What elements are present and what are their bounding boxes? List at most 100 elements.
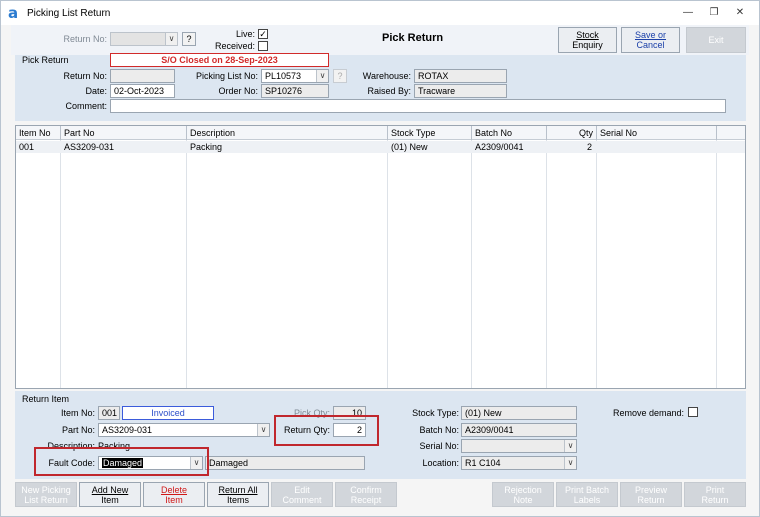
delete-line1: Delete bbox=[160, 485, 187, 495]
column-header-item-no[interactable]: Item No bbox=[16, 126, 61, 140]
serial-no-select[interactable]: ∨ bbox=[461, 439, 577, 453]
return-no-label: Return No: bbox=[63, 71, 107, 81]
comment-field[interactable] bbox=[110, 99, 726, 113]
picking-list-no-label: Picking List No: bbox=[195, 71, 258, 81]
grid-column-divider bbox=[546, 126, 547, 388]
save-cancel-line2: Cancel bbox=[636, 40, 665, 50]
header-return-no-help-button[interactable]: ? bbox=[182, 32, 196, 46]
row-part-no: AS3209-031 bbox=[64, 142, 115, 152]
location-select[interactable]: R1 C104 ∨ bbox=[461, 456, 577, 470]
picking-list-no-select[interactable]: PL10573 ∨ bbox=[261, 69, 329, 83]
received-checkbox[interactable] bbox=[258, 41, 268, 51]
rejection-line1: Rejection bbox=[504, 485, 542, 495]
confirm-receipt-line1: Confirm bbox=[350, 485, 382, 495]
comment-label: Comment: bbox=[65, 101, 107, 111]
live-checkbox[interactable]: ✓ bbox=[258, 29, 268, 39]
row-description: Packing bbox=[190, 142, 223, 152]
new-picking-list-return-button[interactable]: New Picking List Return bbox=[15, 482, 77, 507]
raised-by-label: Raised By: bbox=[367, 86, 411, 96]
chevron-down-icon[interactable]: ∨ bbox=[165, 33, 177, 45]
edit-comment-button[interactable]: Edit Comment bbox=[271, 482, 333, 507]
table-row[interactable]: 001 AS3209-031 Packing (01) New A2309/00… bbox=[16, 141, 745, 153]
order-no-label: Order No: bbox=[218, 86, 258, 96]
live-label: Live: bbox=[235, 29, 255, 39]
stock-type-label: Stock Type: bbox=[412, 408, 459, 418]
item-no-label: Item No: bbox=[60, 408, 95, 418]
row-batch-no: A2309/0041 bbox=[475, 142, 524, 152]
restore-icon[interactable]: ❐ bbox=[707, 6, 721, 20]
edit-comment-line2: Comment bbox=[282, 495, 322, 505]
header-return-no-select[interactable]: ∨ bbox=[110, 32, 178, 46]
column-header-description[interactable]: Description bbox=[187, 126, 388, 140]
fault-code-description-field: Damaged bbox=[205, 456, 365, 470]
return-items-grid[interactable]: Item No Part No Description Stock Type B… bbox=[15, 125, 746, 389]
chevron-down-icon[interactable]: ∨ bbox=[316, 70, 328, 82]
minimize-icon[interactable]: — bbox=[681, 6, 695, 20]
remove-demand-checkbox[interactable] bbox=[688, 407, 698, 417]
batch-no-label: Batch No: bbox=[419, 425, 459, 435]
confirm-receipt-button[interactable]: Confirm Receipt bbox=[335, 482, 397, 507]
return-no-field bbox=[110, 69, 175, 83]
grid-column-divider bbox=[60, 126, 61, 388]
column-header-stock-type[interactable]: Stock Type bbox=[388, 126, 472, 140]
pick-return-section-title: Pick Return bbox=[22, 55, 69, 65]
grid-column-divider bbox=[716, 126, 717, 388]
close-icon[interactable]: ✕ bbox=[733, 6, 747, 20]
column-header-batch-no[interactable]: Batch No bbox=[472, 126, 547, 140]
serial-no-label: Serial No: bbox=[419, 441, 459, 451]
row-stock-type: (01) New bbox=[391, 142, 428, 152]
chevron-down-icon[interactable]: ∨ bbox=[564, 457, 576, 469]
stock-enquiry-button[interactable]: Stock Enquiry bbox=[558, 27, 617, 53]
return-item-section-title: Return Item bbox=[22, 394, 70, 404]
rejection-line2: Note bbox=[513, 495, 533, 505]
delete-item-button[interactable]: Delete Item bbox=[143, 482, 205, 507]
new-picking-line1: New Picking bbox=[21, 485, 71, 495]
item-no-field: 001 bbox=[98, 406, 120, 420]
print-return-line1: Print bbox=[705, 485, 725, 495]
order-closed-banner: S/O Closed on 28-Sep-2023 bbox=[110, 53, 329, 67]
grid-column-divider bbox=[471, 126, 472, 388]
warehouse-label: Warehouse: bbox=[362, 71, 411, 81]
date-field[interactable]: 02-Oct-2023 bbox=[110, 84, 175, 98]
edit-comment-line1: Edit bbox=[294, 485, 310, 495]
rejection-note-button[interactable]: Rejection Note bbox=[492, 482, 554, 507]
order-no-field: SP10276 bbox=[261, 84, 329, 98]
part-no-label: Part No: bbox=[61, 425, 95, 435]
fault-code-highlight bbox=[34, 447, 209, 476]
delete-line2: Item bbox=[165, 495, 183, 505]
window-title: Picking List Return bbox=[27, 8, 111, 19]
return-all-line2: Items bbox=[226, 495, 249, 505]
stock-enquiry-line2: Enquiry bbox=[572, 40, 603, 50]
chevron-down-icon[interactable]: ∨ bbox=[257, 424, 269, 436]
return-all-items-button[interactable]: Return All Items bbox=[207, 482, 269, 507]
title-bar: a Picking List Return — ❐ ✕ bbox=[1, 1, 759, 25]
raised-by-field: Tracware bbox=[414, 84, 507, 98]
app-logo-icon: a bbox=[8, 4, 19, 22]
print-return-button[interactable]: Print Return bbox=[684, 482, 746, 507]
save-cancel-line1: Save or bbox=[634, 30, 667, 40]
picking-list-no-value: PL10573 bbox=[265, 71, 302, 81]
grid-column-divider bbox=[596, 126, 597, 388]
column-header-serial-no[interactable]: Serial No bbox=[597, 126, 717, 140]
preview-return-button[interactable]: Preview Return bbox=[620, 482, 682, 507]
location-value: R1 C104 bbox=[465, 458, 501, 468]
column-header-qty[interactable]: Qty bbox=[547, 126, 597, 140]
stock-enquiry-line1: Stock bbox=[576, 30, 599, 40]
column-header-part-no[interactable]: Part No bbox=[61, 126, 187, 140]
new-picking-line2: List Return bbox=[24, 495, 68, 505]
print-batch-line1: Print Batch bbox=[564, 485, 610, 495]
print-batch-labels-button[interactable]: Print Batch Labels bbox=[556, 482, 618, 507]
chevron-down-icon[interactable]: ∨ bbox=[564, 440, 576, 452]
exit-button[interactable]: Exit bbox=[686, 27, 746, 53]
return-qty-highlight bbox=[274, 415, 379, 446]
picking-list-help-button[interactable]: ? bbox=[333, 69, 347, 83]
save-or-cancel-button[interactable]: Save or Cancel bbox=[621, 27, 680, 53]
header-return-no-label: Return No: bbox=[63, 34, 107, 44]
location-label: Location: bbox=[422, 458, 459, 468]
part-no-select[interactable]: AS3209-031 ∨ bbox=[98, 423, 270, 437]
exit-label: Exit bbox=[708, 35, 724, 45]
remove-demand-label: Remove demand: bbox=[612, 408, 684, 418]
add-new-item-button[interactable]: Add New Item bbox=[79, 482, 141, 507]
item-status-badge: Invoiced bbox=[122, 406, 214, 420]
confirm-receipt-line2: Receipt bbox=[350, 495, 382, 505]
